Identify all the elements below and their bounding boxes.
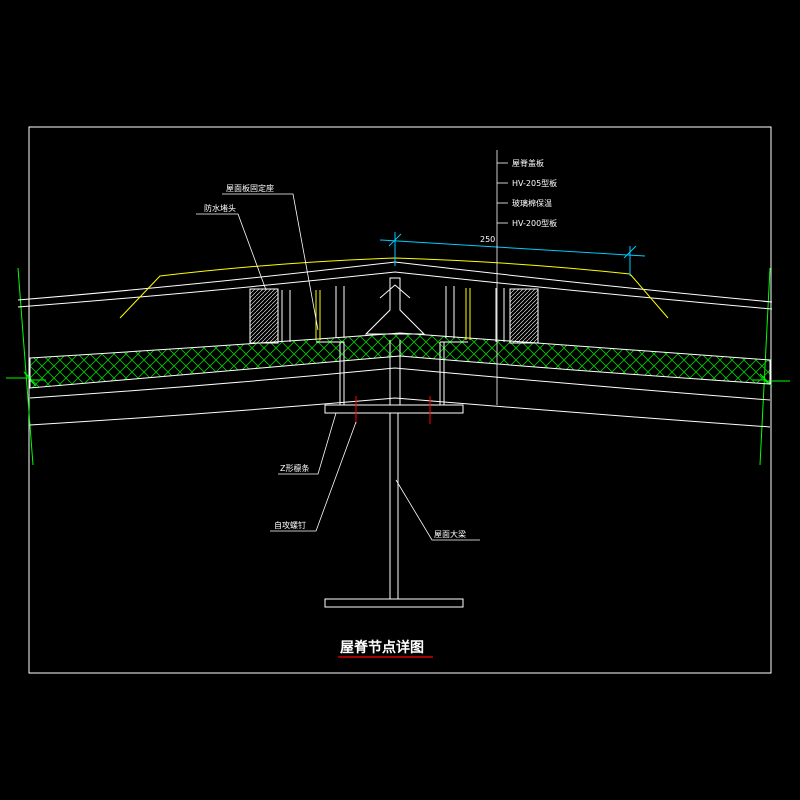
ridge-cap <box>119 257 669 319</box>
label-roof-panel-seat: 屋面板固定座 <box>226 183 274 193</box>
ridge-detail-drawing: 250 屋脊盖板 HV-205型板 玻璃棉保温 HV-200型板 屋面板固定座 … <box>6 126 790 674</box>
label-hv-200: HV-200型板 <box>512 218 557 228</box>
label-waterproof-plug: 防水堵头 <box>204 203 236 213</box>
beam-web <box>389 412 399 600</box>
dimension-line <box>379 232 646 276</box>
label-roof-beam: 屋面大梁 <box>434 529 466 539</box>
waterproof-plug-right <box>509 288 539 344</box>
label-glass-wool: 玻璃棉保温 <box>512 198 552 208</box>
beam-top-flange <box>324 404 464 414</box>
dimension-text: 250 <box>480 235 495 244</box>
waterproof-plug-left <box>249 288 279 344</box>
label-hv-205: HV-205型板 <box>512 178 557 188</box>
drawing-title: 屋脊节点详图 <box>340 639 424 656</box>
label-ridge-cap: 屋脊盖板 <box>512 158 544 168</box>
ridge-fitting <box>364 277 426 335</box>
beam-bottom-flange <box>324 598 464 608</box>
label-z-purlin: Z形檩条 <box>280 463 309 473</box>
label-self-tapping-screw: 自攻螺钉 <box>274 520 306 530</box>
panel-fixing-seats <box>315 288 471 340</box>
